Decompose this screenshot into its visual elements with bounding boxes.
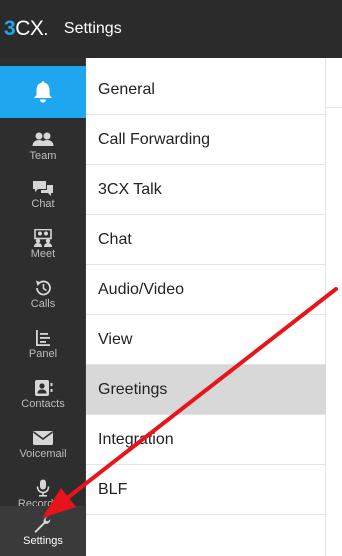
menu-item-view[interactable]: View: [86, 315, 326, 365]
nav-contacts-label: Contacts: [21, 397, 65, 410]
nav-calls-label: Calls: [30, 297, 56, 310]
nav-chat[interactable]: Chat: [0, 169, 86, 219]
nav-chat-label: Chat: [31, 197, 55, 210]
nav-meet[interactable]: Meet: [0, 219, 86, 269]
nav-settings-label: Settings: [23, 534, 63, 547]
microphone-icon: [36, 479, 50, 497]
menu-item-blf[interactable]: BLF: [86, 465, 326, 515]
nav-team-label: Team: [29, 149, 57, 162]
menu-item-audio-video[interactable]: Audio/Video: [86, 265, 326, 315]
menu-item-chat[interactable]: Chat: [86, 215, 326, 265]
page-title: Settings: [63, 20, 122, 37]
team-icon: [32, 132, 54, 146]
bell-icon: [34, 81, 52, 103]
menu-item-general[interactable]: General: [86, 65, 326, 115]
logo-3: 3: [4, 17, 16, 40]
settings-menu: General Call Forwarding 3CX Talk Chat Au…: [86, 58, 326, 556]
nav-settings[interactable]: Settings: [0, 506, 86, 556]
wrench-icon: [34, 516, 51, 533]
3cx-logo: 3 CX.: [4, 17, 48, 41]
panel-icon: [36, 329, 50, 346]
menu-item-call-forwarding[interactable]: Call Forwarding: [86, 115, 326, 165]
nav-voicemail[interactable]: Voicemail: [0, 419, 86, 469]
nav-panel-label: Panel: [28, 347, 58, 360]
top-bar: 3 CX. Settings: [0, 0, 342, 58]
settings-content-pane: [326, 58, 342, 556]
voicemail-icon: [33, 430, 53, 445]
nav-team[interactable]: Team: [0, 121, 86, 171]
menu-item-greetings[interactable]: Greetings: [86, 365, 326, 415]
meet-icon: [34, 228, 52, 247]
menu-item-integration[interactable]: Integration: [86, 415, 326, 465]
chat-icon: [33, 180, 53, 196]
nav-meet-label: Meet: [30, 247, 56, 260]
nav-panel[interactable]: Panel: [0, 319, 86, 369]
calls-icon: [36, 280, 51, 295]
nav-contacts[interactable]: Contacts: [0, 369, 86, 419]
notifications-button[interactable]: [0, 66, 86, 118]
contacts-icon: [35, 379, 53, 396]
nav-voicemail-label: Voicemail: [19, 447, 67, 460]
content-divider: [326, 107, 342, 108]
logo-cx: CX: [15, 17, 44, 40]
nav-calls[interactable]: Calls: [0, 269, 86, 319]
logo-dot: .: [43, 19, 48, 39]
menu-item-3cx-talk[interactable]: 3CX Talk: [86, 165, 326, 215]
